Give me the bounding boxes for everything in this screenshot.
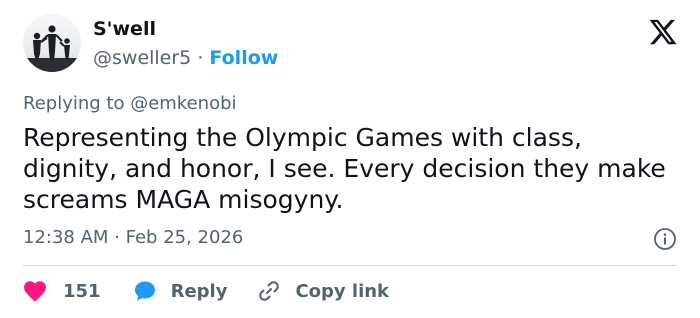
tweet-text: Representing the Olympic Games with clas… bbox=[23, 123, 666, 214]
link-icon bbox=[259, 281, 280, 301]
author-handle[interactable]: @sweller5 bbox=[93, 47, 191, 69]
copy-link-button[interactable]: Copy link bbox=[257, 279, 389, 303]
replying-to[interactable]: Replying to @emkenobi bbox=[23, 93, 237, 114]
copy-link-label: Copy link bbox=[295, 280, 390, 302]
author-handle-row: @sweller5 · Follow bbox=[93, 47, 278, 69]
action-bar: 151 Reply Copy link bbox=[23, 276, 389, 306]
reply-button[interactable]: Reply bbox=[133, 279, 228, 303]
speech-bubble-icon bbox=[134, 281, 155, 301]
divider bbox=[23, 265, 677, 266]
reply-label: Reply bbox=[170, 280, 228, 302]
info-icon[interactable] bbox=[653, 227, 677, 251]
tweet-timestamp[interactable]: 12:38 AM · Feb 25, 2026 bbox=[23, 227, 243, 248]
author-display-name[interactable]: S'well bbox=[93, 18, 156, 40]
avatar[interactable] bbox=[23, 14, 81, 72]
x-logo-icon[interactable] bbox=[647, 17, 679, 47]
separator-dot: · bbox=[197, 47, 204, 69]
like-button[interactable]: 151 bbox=[23, 280, 101, 302]
heart-icon bbox=[24, 281, 46, 302]
like-count: 151 bbox=[63, 280, 101, 302]
follow-button[interactable]: Follow bbox=[209, 47, 278, 69]
avatar-image bbox=[23, 14, 81, 72]
